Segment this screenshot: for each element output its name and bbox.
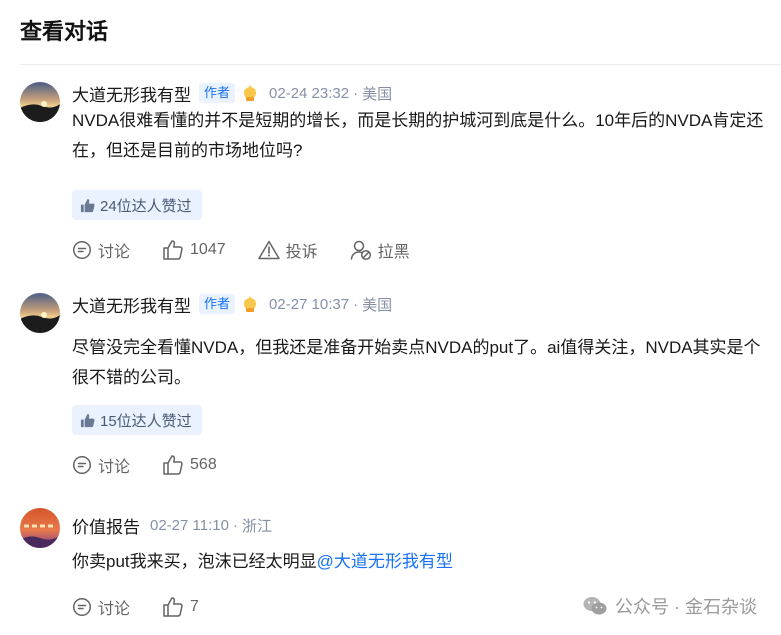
comment-bubble-icon bbox=[72, 240, 92, 260]
wechat-icon bbox=[583, 597, 607, 615]
thumbs-up-outline-icon bbox=[163, 597, 183, 617]
medal-icon bbox=[244, 296, 257, 312]
like-count: 1047 bbox=[190, 241, 226, 258]
author-name[interactable]: 价值报告 bbox=[72, 513, 140, 538]
avatar[interactable] bbox=[20, 508, 60, 548]
meta-separator: · bbox=[232, 516, 238, 534]
discuss-label: 讨论 bbox=[98, 601, 131, 618]
comment-bubble-icon bbox=[72, 455, 92, 475]
comment-content: 尽管没完全看懂NVDA，但我还是准备开始卖点NVDA的put了。ai值得关注，N… bbox=[72, 338, 761, 387]
medal-icon bbox=[244, 85, 257, 101]
comment-content: NVDA很难看懂的并不是短期的增长，而是长期的护城河到底是什么。10年后的NVD… bbox=[72, 111, 764, 160]
avatar[interactable] bbox=[20, 82, 60, 122]
comment-text: 你卖put我来买，泡沫已经太明显 bbox=[72, 552, 317, 571]
discuss-label: 讨论 bbox=[98, 244, 131, 261]
discuss-label: 讨论 bbox=[98, 459, 131, 476]
thumbs-up-outline-icon bbox=[163, 455, 183, 475]
like-button[interactable]: 7 bbox=[162, 596, 199, 618]
comment-location: 美国 bbox=[362, 85, 393, 103]
comment-bubble-icon bbox=[72, 597, 92, 617]
expert-likes-pill[interactable]: 15位达人赞过 bbox=[72, 405, 202, 435]
mention-link[interactable]: @大道无形我有型 bbox=[317, 552, 453, 571]
expert-likes-text: 15位达人赞过 bbox=[100, 412, 192, 430]
discuss-button[interactable]: 讨论 bbox=[72, 595, 130, 619]
thumbs-up-outline-icon bbox=[163, 240, 183, 260]
expert-likes-text: 24位达人赞过 bbox=[100, 197, 192, 215]
comment-time: 02-27 10:37 bbox=[269, 295, 350, 313]
expert-likes-pill[interactable]: 24位达人赞过 bbox=[72, 190, 202, 220]
wechat-watermark: 公众号 · 金石杂谈 bbox=[583, 593, 757, 619]
like-count: 7 bbox=[190, 598, 199, 615]
avatar[interactable] bbox=[20, 293, 60, 333]
thumbs-up-icon bbox=[80, 198, 95, 212]
watermark-text: 公众号 · 金石杂谈 bbox=[615, 597, 757, 617]
author-badge: 作者 bbox=[199, 83, 236, 103]
author-name[interactable]: 大道无形我有型 bbox=[72, 81, 191, 106]
header-divider bbox=[20, 64, 781, 65]
like-count: 568 bbox=[190, 456, 217, 473]
block-user-icon bbox=[350, 240, 371, 261]
page-title: 查看对话 bbox=[20, 19, 109, 44]
author-badge: 作者 bbox=[199, 294, 236, 314]
comment-time: 02-24 23:32 bbox=[269, 84, 350, 102]
report-button[interactable]: 投诉 bbox=[257, 238, 318, 262]
comment-time: 02-27 11:10 bbox=[150, 516, 229, 534]
author-name[interactable]: 大道无形我有型 bbox=[72, 292, 191, 317]
warning-icon bbox=[257, 240, 280, 260]
report-label: 投诉 bbox=[285, 244, 318, 261]
block-label: 拉黑 bbox=[377, 244, 410, 261]
discuss-button[interactable]: 讨论 bbox=[72, 238, 130, 262]
meta-separator: · bbox=[353, 295, 359, 313]
like-button[interactable]: 1047 bbox=[162, 239, 226, 261]
thumbs-up-icon bbox=[80, 413, 95, 427]
block-button[interactable]: 拉黑 bbox=[350, 238, 410, 262]
discuss-button[interactable]: 讨论 bbox=[72, 453, 130, 477]
like-button[interactable]: 568 bbox=[162, 454, 217, 476]
comment-content: 你卖put我来买，泡沫已经太明显@大道无形我有型 bbox=[72, 547, 772, 577]
comment-location: 美国 bbox=[362, 296, 393, 314]
meta-separator: · bbox=[353, 84, 359, 102]
comment-location: 浙江 bbox=[241, 517, 272, 535]
